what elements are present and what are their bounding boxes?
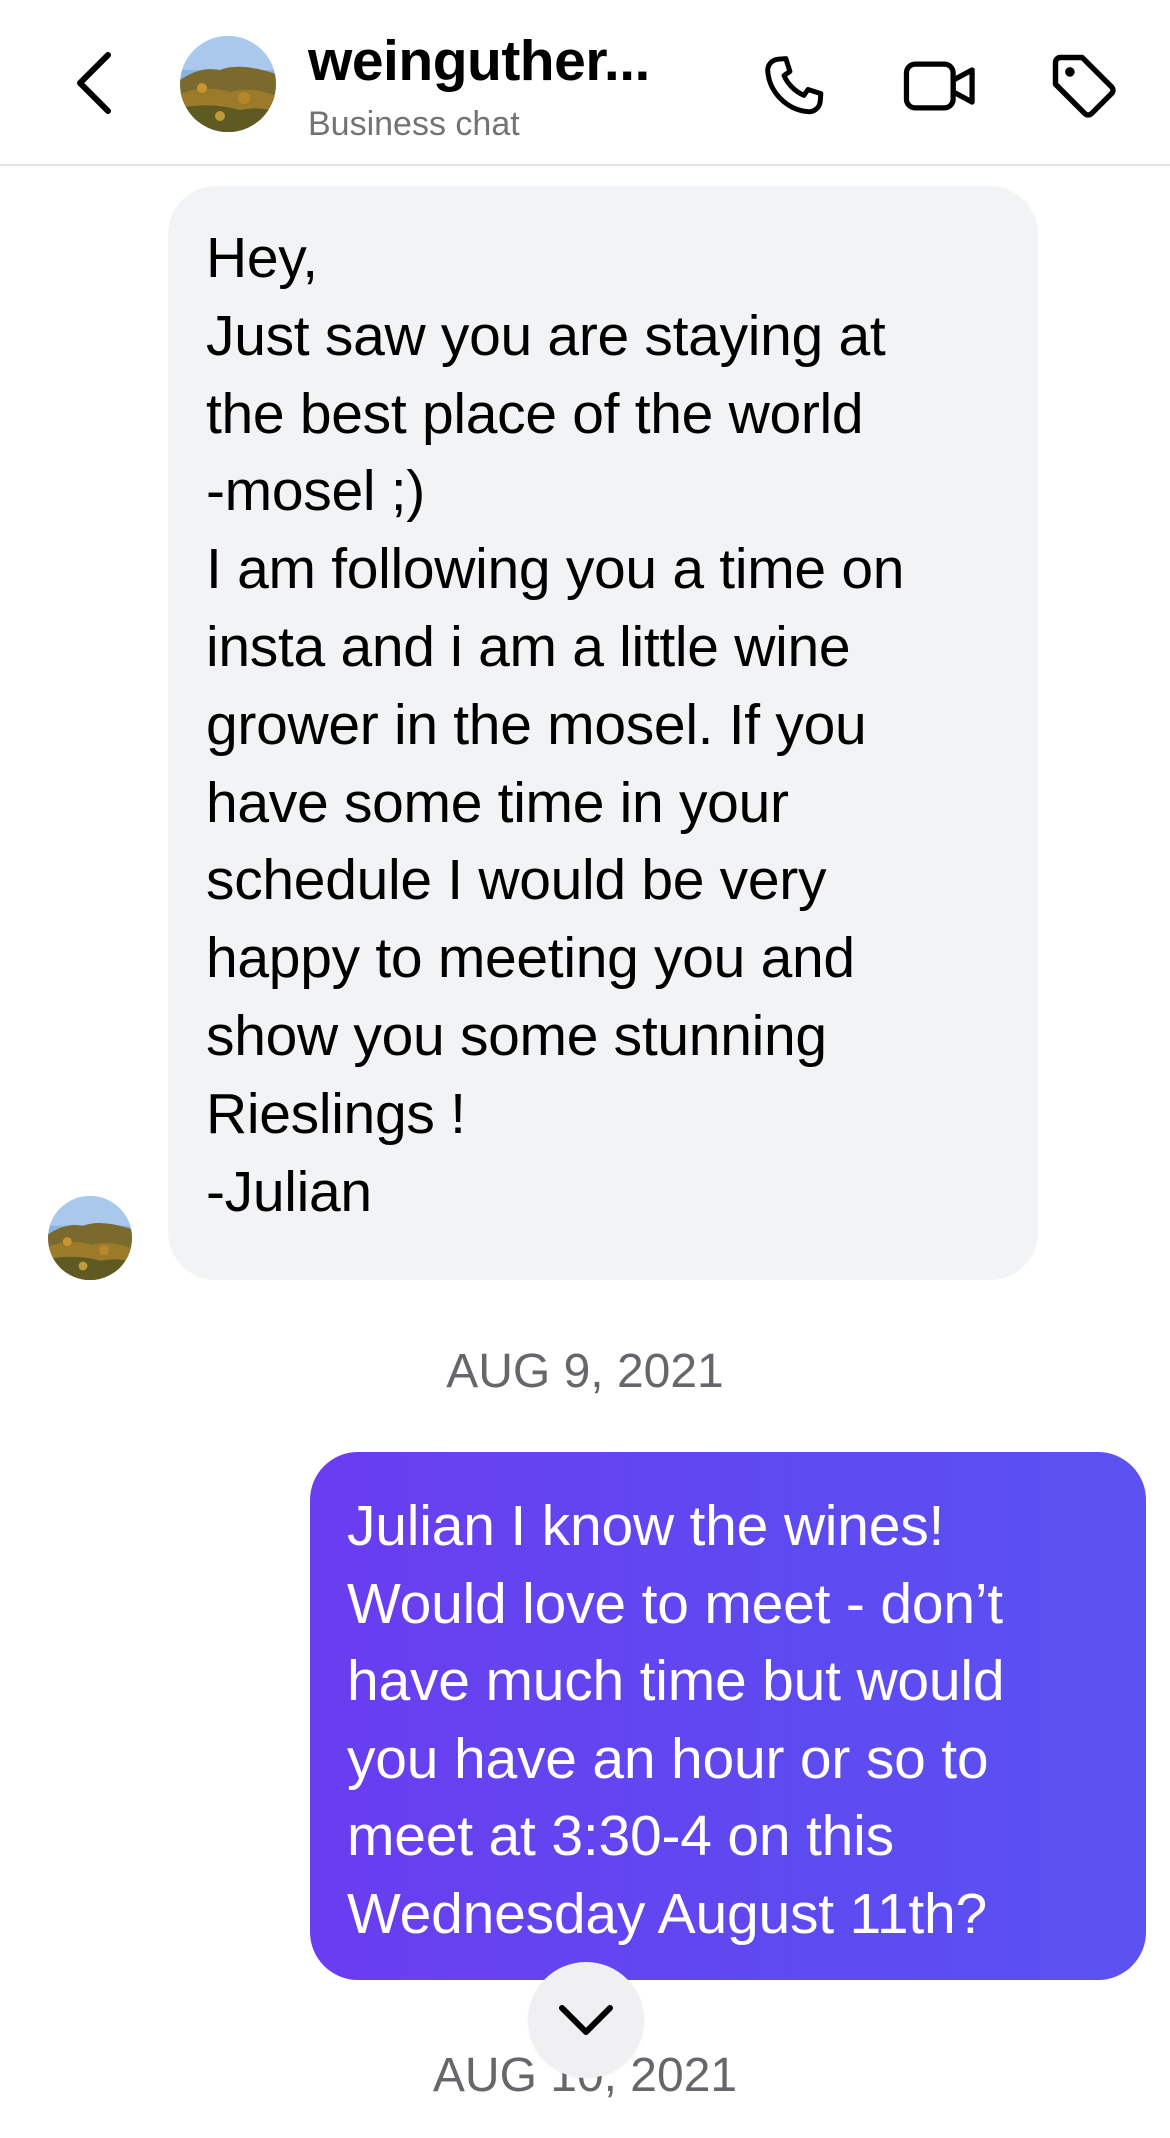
phone-icon (765, 56, 824, 115)
back-button[interactable] (62, 46, 126, 120)
contact-name[interactable]: weinguther... (308, 26, 718, 96)
label-button[interactable] (1042, 44, 1126, 128)
chevron-left-icon (77, 52, 111, 114)
video-camera-icon (903, 61, 975, 111)
incoming-message-bubble[interactable]: Hey, Just saw you are staying at the bes… (168, 186, 1038, 1280)
date-separator: AUG 9, 2021 (446, 1345, 724, 1398)
scroll-to-bottom-button[interactable] (528, 1962, 644, 2078)
outgoing-message-text: Julian I know the wines! Would love to m… (347, 1494, 1005, 1946)
video-call-button[interactable] (898, 44, 982, 128)
vineyard-avatar-image (180, 36, 276, 132)
chevron-down-icon (559, 2005, 613, 2035)
audio-call-button[interactable] (752, 44, 836, 128)
sender-avatar[interactable] (48, 1196, 132, 1280)
chat-type-label: Business chat (308, 105, 520, 143)
chat-header: weinguther... Business chat (0, 0, 1170, 166)
contact-avatar[interactable] (180, 36, 276, 132)
incoming-message-text: Hey, Just saw you are staying at the bes… (206, 226, 905, 1224)
tag-icon (1052, 54, 1116, 118)
vineyard-avatar-image (48, 1196, 132, 1280)
outgoing-message-bubble[interactable]: Julian I know the wines! Would love to m… (310, 1452, 1146, 1980)
